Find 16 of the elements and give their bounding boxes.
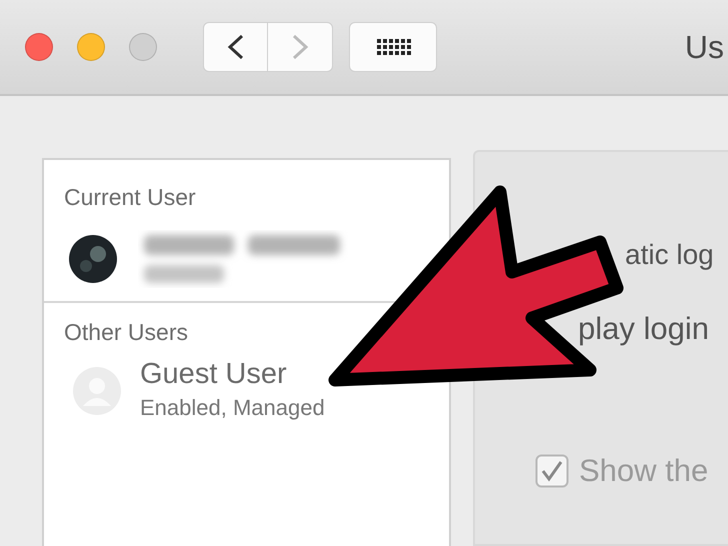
- grid-icon: [375, 37, 411, 57]
- minimize-button[interactable]: [77, 33, 105, 61]
- option-label: play login: [578, 310, 709, 348]
- checkbox[interactable]: [535, 454, 569, 488]
- show-all-button[interactable]: [349, 22, 437, 72]
- user-name[interactable]: Guest User: [140, 359, 287, 391]
- user-status: Enabled, Managed: [140, 394, 325, 422]
- back-button[interactable]: [203, 22, 268, 72]
- section-heading: Other Users: [63, 318, 188, 346]
- section-heading: Current User: [63, 183, 196, 212]
- close-button[interactable]: [25, 33, 53, 61]
- user-avatar: [68, 234, 118, 284]
- window-title: Us: [684, 28, 724, 67]
- checkbox-label: Show the: [579, 452, 708, 490]
- zoom-button[interactable]: [129, 33, 157, 61]
- option-label: atic log: [625, 238, 714, 272]
